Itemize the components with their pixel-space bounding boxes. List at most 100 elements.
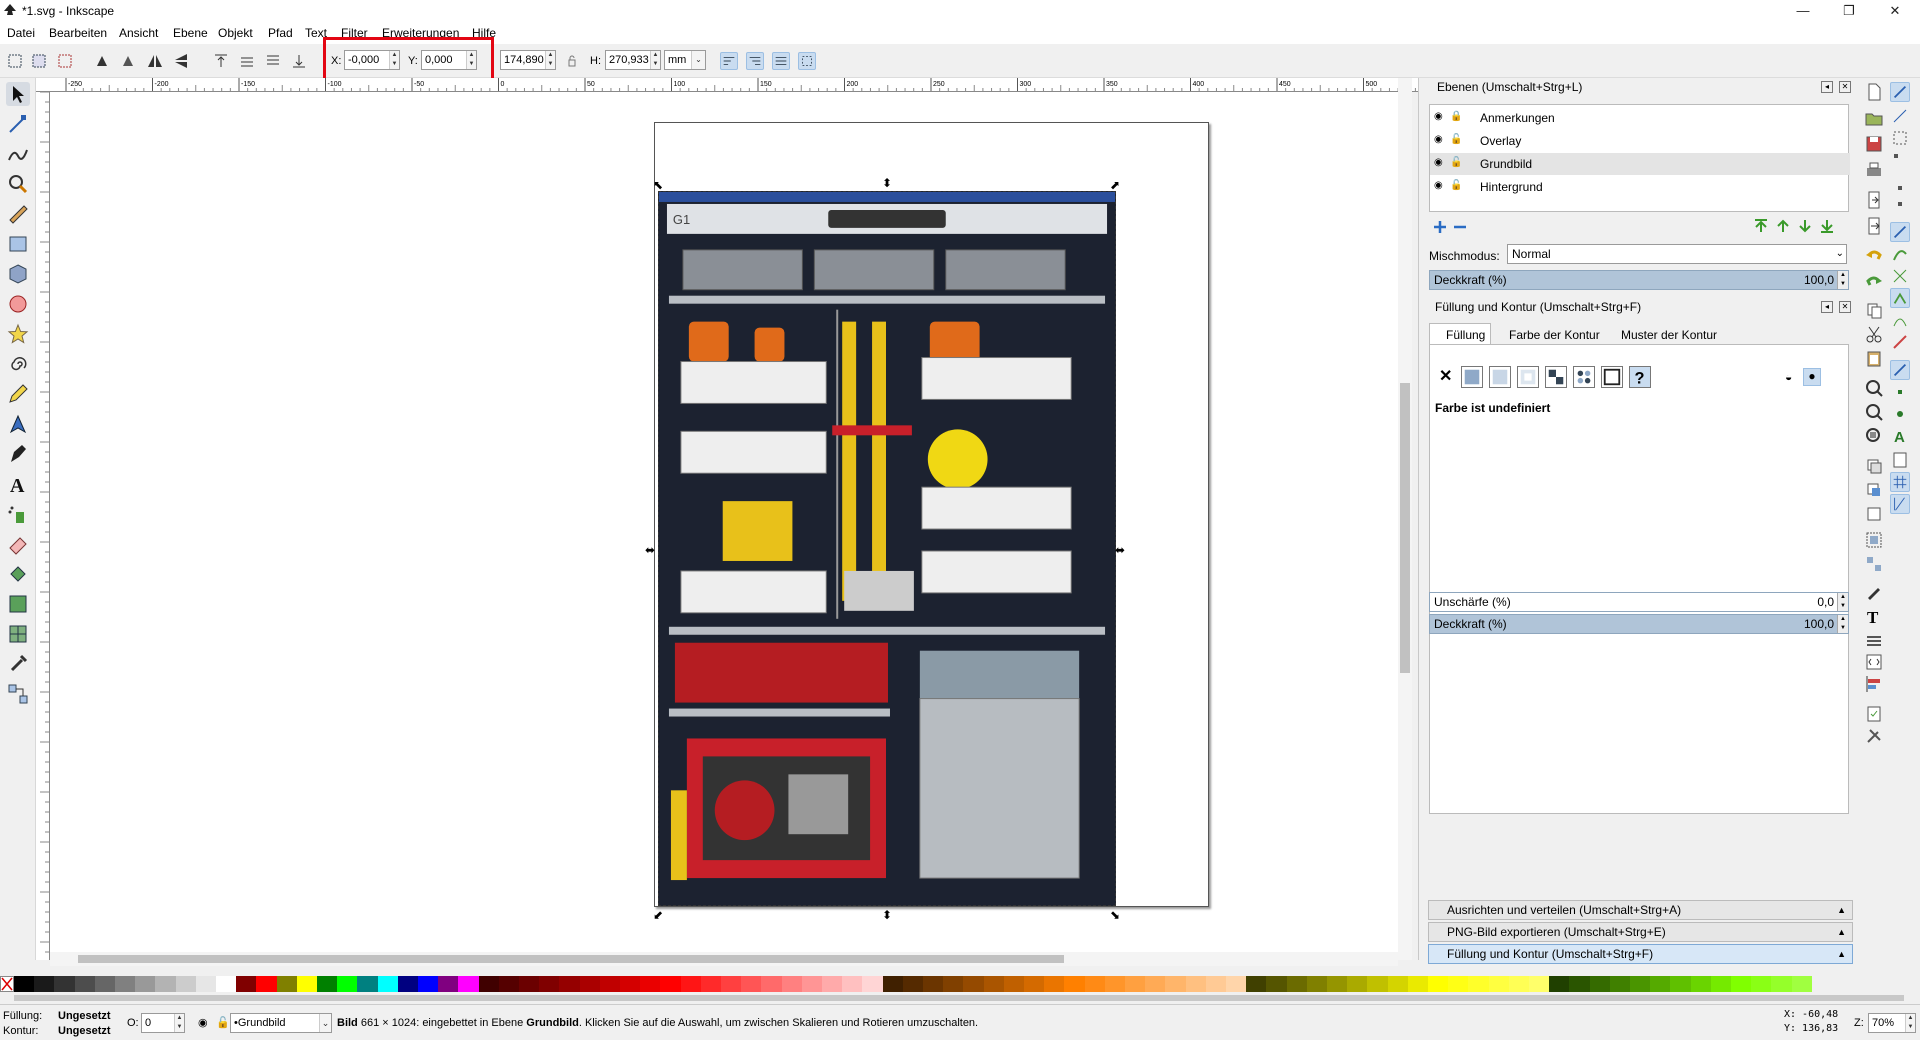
fill-panel-close-button[interactable]: ✕: [1839, 301, 1851, 313]
color-swatch[interactable]: [1003, 976, 1024, 992]
color-swatch[interactable]: [539, 976, 560, 992]
export-icon[interactable]: [1864, 216, 1884, 236]
zoom-page-icon[interactable]: [1864, 426, 1884, 446]
color-swatch[interactable]: [458, 976, 479, 992]
save-icon[interactable]: [1864, 134, 1884, 154]
horizontal-scrollbar[interactable]: [50, 952, 1398, 966]
lock-open-icon[interactable]: 🔓: [1450, 158, 1462, 168]
spiral-tool-icon[interactable]: [6, 352, 30, 376]
color-swatch[interactable]: [135, 976, 156, 992]
color-swatch[interactable]: [822, 976, 843, 992]
color-swatch[interactable]: [418, 976, 439, 992]
connector-tool-icon[interactable]: [6, 682, 30, 706]
color-swatch[interactable]: [1630, 976, 1651, 992]
swatch-icon[interactable]: [1601, 366, 1623, 388]
node-tool-icon[interactable]: [6, 112, 30, 136]
color-swatch[interactable]: [1791, 976, 1812, 992]
color-swatch[interactable]: [54, 976, 75, 992]
color-swatch[interactable]: [155, 976, 176, 992]
fill-rule-nonzero-icon[interactable]: ●: [1803, 368, 1821, 386]
vertical-scroll-thumb[interactable]: [1400, 383, 1410, 673]
width-input[interactable]: 174,890 ▲ ▼: [500, 50, 556, 70]
color-swatch[interactable]: [195, 976, 216, 992]
layer-to-bottom-icon[interactable]: [1819, 218, 1835, 234]
rotate-ccw-icon[interactable]: [93, 52, 111, 70]
dropper-tool-icon[interactable]: [6, 652, 30, 676]
group-icon[interactable]: [1864, 530, 1884, 550]
color-swatch[interactable]: [256, 976, 277, 992]
mesh-tool-icon[interactable]: [6, 622, 30, 646]
color-swatch[interactable]: [498, 976, 519, 992]
color-swatch[interactable]: [902, 976, 923, 992]
menu-objekt[interactable]: Objekt: [218, 26, 253, 40]
color-swatch[interactable]: [1387, 976, 1408, 992]
color-swatch[interactable]: [1084, 976, 1105, 992]
color-swatch[interactable]: [862, 976, 883, 992]
text-font-icon[interactable]: T: [1864, 606, 1884, 626]
color-swatch[interactable]: [1165, 976, 1186, 992]
raise-to-top-icon[interactable]: [212, 52, 230, 70]
color-swatch[interactable]: [276, 976, 297, 992]
eye-icon[interactable]: ◉: [1434, 158, 1444, 168]
tweak-tool-icon[interactable]: [6, 142, 30, 166]
color-swatch[interactable]: [579, 976, 600, 992]
measure-tool-icon[interactable]: [6, 202, 30, 226]
height-input[interactable]: 270,933 ▲ ▼: [605, 50, 661, 70]
color-swatch[interactable]: [963, 976, 984, 992]
snap-text-baseline-icon[interactable]: A: [1890, 426, 1910, 446]
color-swatch[interactable]: [1488, 976, 1509, 992]
unit-select[interactable]: mm ⌄: [664, 50, 706, 70]
color-swatch[interactable]: [842, 976, 863, 992]
ungroup-icon[interactable]: [1864, 554, 1884, 574]
color-swatch[interactable]: [1266, 976, 1287, 992]
color-swatch[interactable]: [923, 976, 944, 992]
layer-lock-icon[interactable]: 🔓: [216, 1016, 230, 1029]
minimize-button[interactable]: —: [1780, 0, 1826, 22]
snap-object-center-icon[interactable]: [1890, 382, 1910, 402]
color-swatch[interactable]: [1650, 976, 1671, 992]
import-icon[interactable]: [1864, 190, 1884, 210]
no-color-swatch-icon[interactable]: [0, 976, 14, 992]
color-swatch[interactable]: [1064, 976, 1085, 992]
color-swatch[interactable]: [700, 976, 721, 992]
snap-bbox-corner-icon[interactable]: [1890, 150, 1910, 170]
text-tool-icon[interactable]: A: [6, 472, 30, 496]
snap-others-icon[interactable]: [1890, 360, 1910, 380]
scale-handle-ne[interactable]: ⬈: [1110, 179, 1120, 191]
open-icon[interactable]: [1864, 108, 1884, 128]
color-swatch[interactable]: [1205, 976, 1226, 992]
color-swatch[interactable]: [1771, 976, 1792, 992]
color-swatch[interactable]: [1246, 976, 1267, 992]
gradient-tool-icon[interactable]: [6, 592, 30, 616]
selector-tool-icon[interactable]: [6, 82, 30, 106]
menu-datei[interactable]: Datei: [7, 26, 35, 40]
cut-icon[interactable]: [1864, 324, 1884, 344]
scale-corners-icon[interactable]: [746, 52, 764, 70]
color-swatch[interactable]: [317, 976, 338, 992]
lock-open-icon[interactable]: 🔓: [1450, 135, 1462, 145]
fill-stroke-icon[interactable]: [1864, 582, 1884, 602]
color-swatch[interactable]: [1185, 976, 1206, 992]
lower-icon[interactable]: [264, 52, 282, 70]
remove-layer-icon[interactable]: [1453, 220, 1467, 234]
color-swatch[interactable]: [1327, 976, 1348, 992]
snap-enable-icon[interactable]: [1890, 82, 1910, 102]
current-layer-select[interactable]: •Grundbild ⌄: [230, 1013, 332, 1033]
lock-ratio-icon[interactable]: [563, 52, 581, 70]
color-swatch[interactable]: [1104, 976, 1125, 992]
opacity-input[interactable]: 0 ▲ ▼: [141, 1013, 185, 1033]
color-swatch[interactable]: [801, 976, 822, 992]
color-swatch[interactable]: [377, 976, 398, 992]
color-swatch[interactable]: [478, 976, 499, 992]
expand-icon[interactable]: ▲: [1837, 923, 1846, 941]
star-tool-icon[interactable]: [6, 322, 30, 346]
print-icon[interactable]: [1864, 160, 1884, 180]
zoom-drawing-icon[interactable]: [1864, 402, 1884, 422]
eraser-tool-icon[interactable]: [6, 532, 30, 556]
color-swatch[interactable]: [34, 976, 55, 992]
clone-icon[interactable]: [1864, 480, 1884, 500]
color-swatch[interactable]: [1226, 976, 1247, 992]
menu-ansicht[interactable]: Ansicht: [119, 26, 158, 40]
transform-gradients-icon[interactable]: [772, 52, 790, 70]
color-swatch[interactable]: [1710, 976, 1731, 992]
